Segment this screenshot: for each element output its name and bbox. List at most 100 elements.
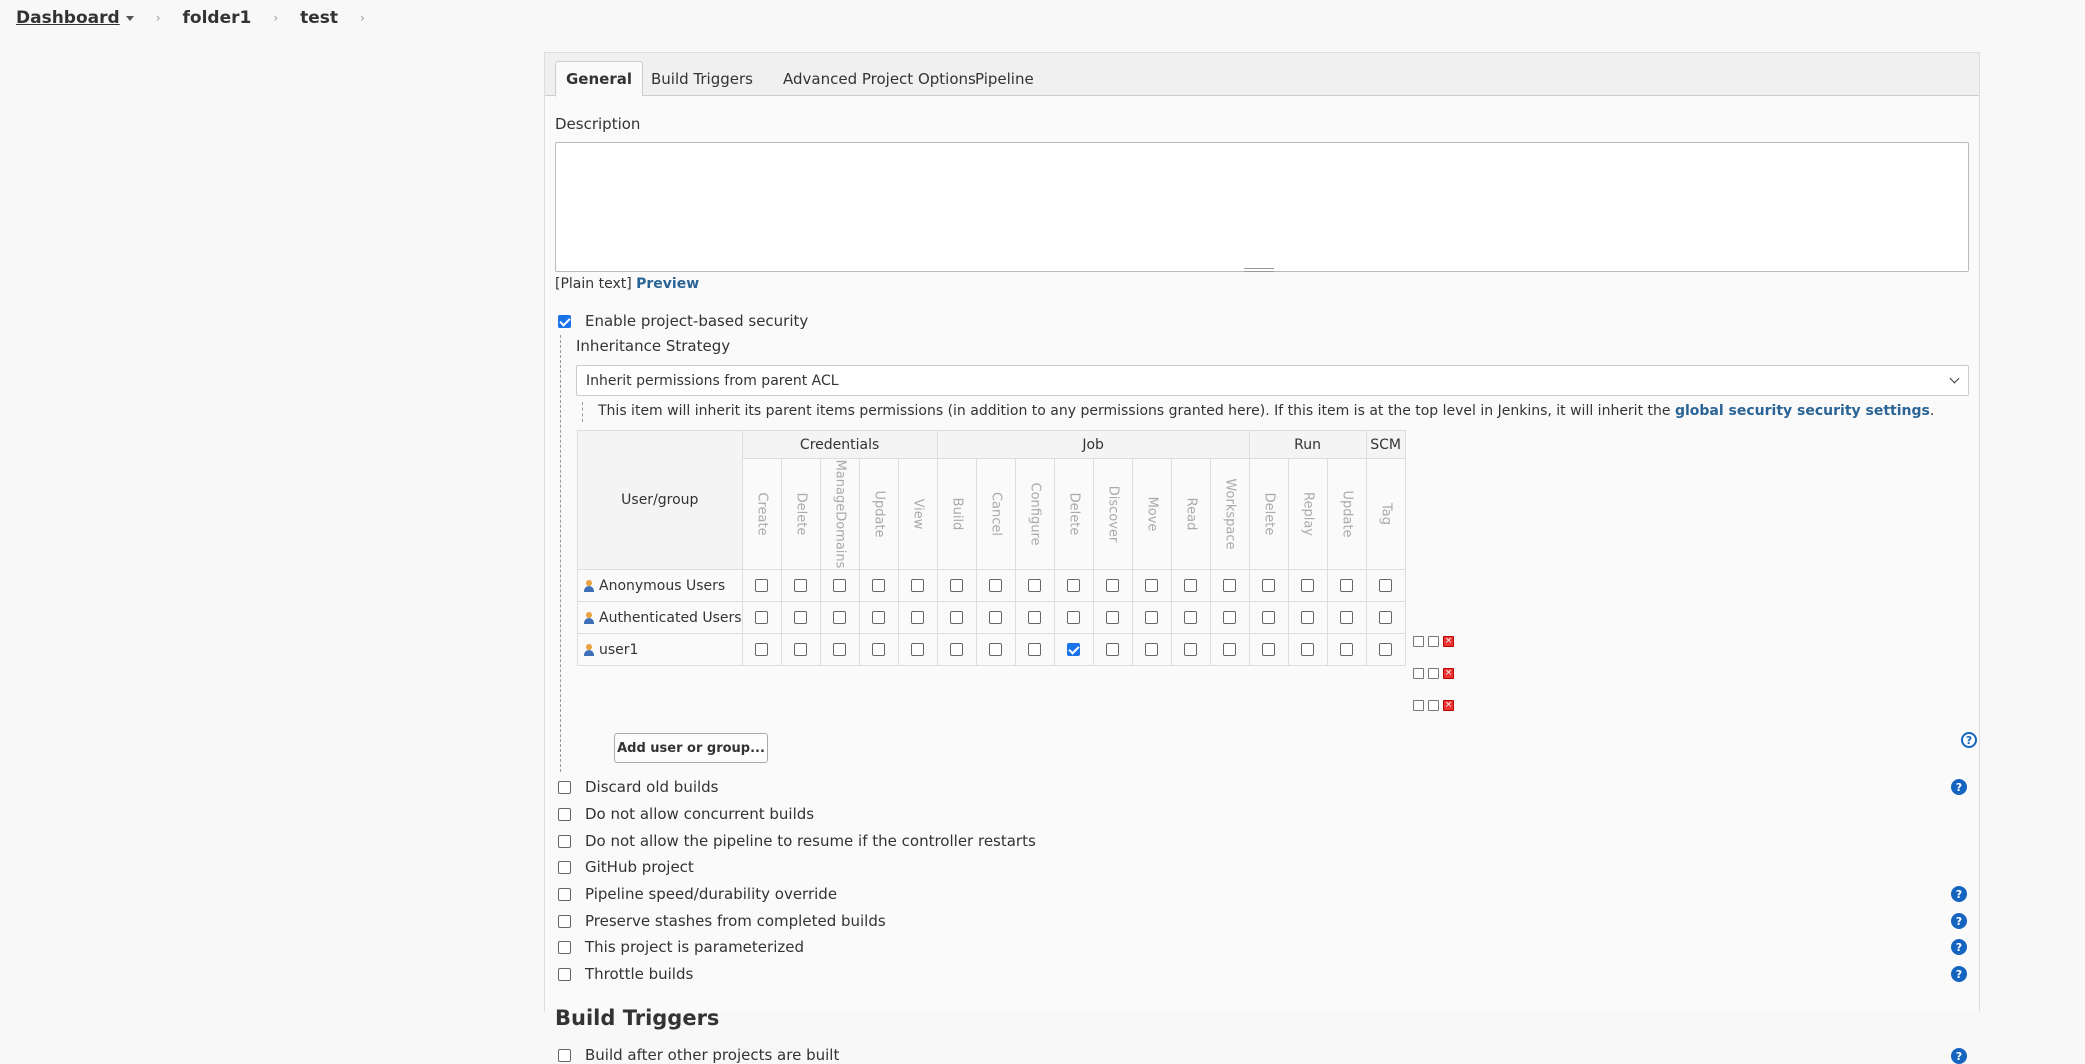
permission-checkbox[interactable]	[1262, 579, 1276, 592]
help-icon[interactable]: ?	[1951, 913, 1967, 929]
permission-checkbox[interactable]	[1028, 643, 1042, 656]
permission-checkbox[interactable]	[1340, 611, 1354, 624]
option-row[interactable]: Preserve stashes from completed builds	[558, 912, 886, 930]
permission-checkbox[interactable]	[1301, 579, 1315, 592]
select-all-icon[interactable]	[1413, 636, 1424, 647]
permission-checkbox[interactable]	[1379, 643, 1393, 656]
option-row[interactable]: Do not allow the pipeline to resume if t…	[558, 832, 1036, 850]
help-icon[interactable]: ?	[1961, 732, 1977, 748]
permission-checkbox[interactable]	[872, 579, 886, 592]
option-row[interactable]: Pipeline speed/durability override	[558, 885, 837, 903]
permission-checkbox[interactable]	[1028, 579, 1042, 592]
inheritance-strategy-select[interactable]: Inherit permissions from parent ACL	[576, 365, 1969, 396]
option-checkbox[interactable]	[558, 860, 571, 874]
permission-checkbox[interactable]	[1262, 643, 1276, 656]
option-row[interactable]: Discard old builds	[558, 778, 719, 796]
permission-checkbox[interactable]	[950, 611, 964, 624]
option-build-after-other-projects[interactable]: Build after other projects are built	[558, 1046, 839, 1064]
unselect-all-icon[interactable]	[1428, 636, 1439, 647]
global-security-link[interactable]: global security security settings	[1675, 403, 1930, 419]
permission-checkbox[interactable]	[755, 579, 769, 592]
permission-checkbox[interactable]	[1067, 643, 1081, 656]
permission-checkbox[interactable]	[1340, 579, 1354, 592]
help-icon[interactable]: ?	[1951, 1048, 1967, 1064]
tab-advanced-project-options[interactable]: Advanced Project Options	[773, 61, 986, 97]
resize-grip-icon[interactable]	[1244, 268, 1274, 272]
permission-checkbox[interactable]	[1184, 611, 1198, 624]
permission-checkbox[interactable]	[1106, 579, 1120, 592]
option-checkbox[interactable]	[558, 940, 571, 954]
permission-checkbox[interactable]	[1184, 643, 1198, 656]
remove-icon[interactable]: ×	[1443, 700, 1454, 711]
permission-checkbox[interactable]	[1379, 611, 1393, 624]
chevron-down-icon[interactable]	[125, 15, 134, 21]
permission-checkbox[interactable]	[833, 643, 847, 656]
tab-general[interactable]: General	[555, 61, 643, 97]
permission-checkbox[interactable]	[755, 611, 769, 624]
permission-checkbox[interactable]	[872, 643, 886, 656]
permission-checkbox[interactable]	[1028, 611, 1042, 624]
select-all-icon[interactable]	[1413, 668, 1424, 679]
option-checkbox[interactable]	[558, 887, 571, 901]
permission-checkbox[interactable]	[1067, 579, 1081, 592]
permission-checkbox[interactable]	[989, 611, 1003, 624]
permission-checkbox[interactable]	[989, 579, 1003, 592]
tab-pipeline[interactable]: Pipeline	[965, 61, 1044, 97]
breadcrumb-test[interactable]: test	[300, 8, 338, 28]
permission-checkbox[interactable]	[1340, 643, 1354, 656]
permission-checkbox[interactable]	[1223, 643, 1237, 656]
permission-checkbox[interactable]	[911, 643, 925, 656]
permission-checkbox[interactable]	[1145, 643, 1159, 656]
select-all-icon[interactable]	[1413, 700, 1424, 711]
help-icon[interactable]: ?	[1951, 886, 1967, 902]
permission-checkbox[interactable]	[1223, 611, 1237, 624]
option-checkbox[interactable]	[558, 967, 571, 981]
remove-icon[interactable]: ×	[1443, 668, 1454, 679]
permission-checkbox[interactable]	[794, 611, 808, 624]
preview-link[interactable]: Preview	[636, 276, 699, 292]
permission-checkbox[interactable]	[1184, 579, 1198, 592]
permission-checkbox[interactable]	[1379, 579, 1393, 592]
help-icon[interactable]: ?	[1951, 779, 1967, 795]
add-user-or-group-button[interactable]: Add user or group...	[614, 733, 768, 763]
permission-checkbox[interactable]	[755, 643, 769, 656]
permission-checkbox[interactable]	[1301, 611, 1315, 624]
permission-checkbox[interactable]	[911, 611, 925, 624]
permission-checkbox[interactable]	[1067, 611, 1081, 624]
tab-build-triggers[interactable]: Build Triggers	[641, 61, 763, 97]
option-row[interactable]: GitHub project	[558, 858, 694, 876]
unselect-all-icon[interactable]	[1428, 700, 1439, 711]
option-checkbox[interactable]	[558, 807, 571, 821]
checkbox[interactable]	[558, 1048, 571, 1062]
permission-checkbox[interactable]	[872, 611, 886, 624]
permission-checkbox[interactable]	[833, 611, 847, 624]
option-row[interactable]: This project is parameterized	[558, 938, 804, 956]
permission-checkbox[interactable]	[833, 579, 847, 592]
unselect-all-icon[interactable]	[1428, 668, 1439, 679]
permission-checkbox[interactable]	[1223, 579, 1237, 592]
breadcrumb-folder1[interactable]: folder1	[183, 8, 252, 28]
permission-checkbox[interactable]	[911, 579, 925, 592]
help-icon[interactable]: ?	[1951, 966, 1967, 982]
permission-checkbox[interactable]	[950, 643, 964, 656]
option-row[interactable]: Throttle builds	[558, 965, 693, 983]
enable-security-checkbox[interactable]	[558, 314, 571, 328]
help-icon[interactable]: ?	[1951, 939, 1967, 955]
permission-checkbox[interactable]	[1106, 611, 1120, 624]
permission-checkbox[interactable]	[1301, 643, 1315, 656]
permission-checkbox[interactable]	[1145, 611, 1159, 624]
permission-checkbox[interactable]	[989, 643, 1003, 656]
description-textarea[interactable]	[555, 142, 1969, 272]
option-checkbox[interactable]	[558, 834, 571, 848]
remove-icon[interactable]: ×	[1443, 636, 1454, 647]
permission-checkbox[interactable]	[950, 579, 964, 592]
option-checkbox[interactable]	[558, 780, 571, 794]
option-row[interactable]: Do not allow concurrent builds	[558, 805, 814, 823]
option-checkbox[interactable]	[558, 914, 571, 928]
permission-checkbox[interactable]	[1262, 611, 1276, 624]
enable-security-row[interactable]: Enable project-based security	[558, 312, 808, 330]
breadcrumb-dashboard[interactable]: Dashboard	[16, 8, 134, 28]
permission-checkbox[interactable]	[1106, 643, 1120, 656]
permission-checkbox[interactable]	[1145, 579, 1159, 592]
permission-checkbox[interactable]	[794, 579, 808, 592]
